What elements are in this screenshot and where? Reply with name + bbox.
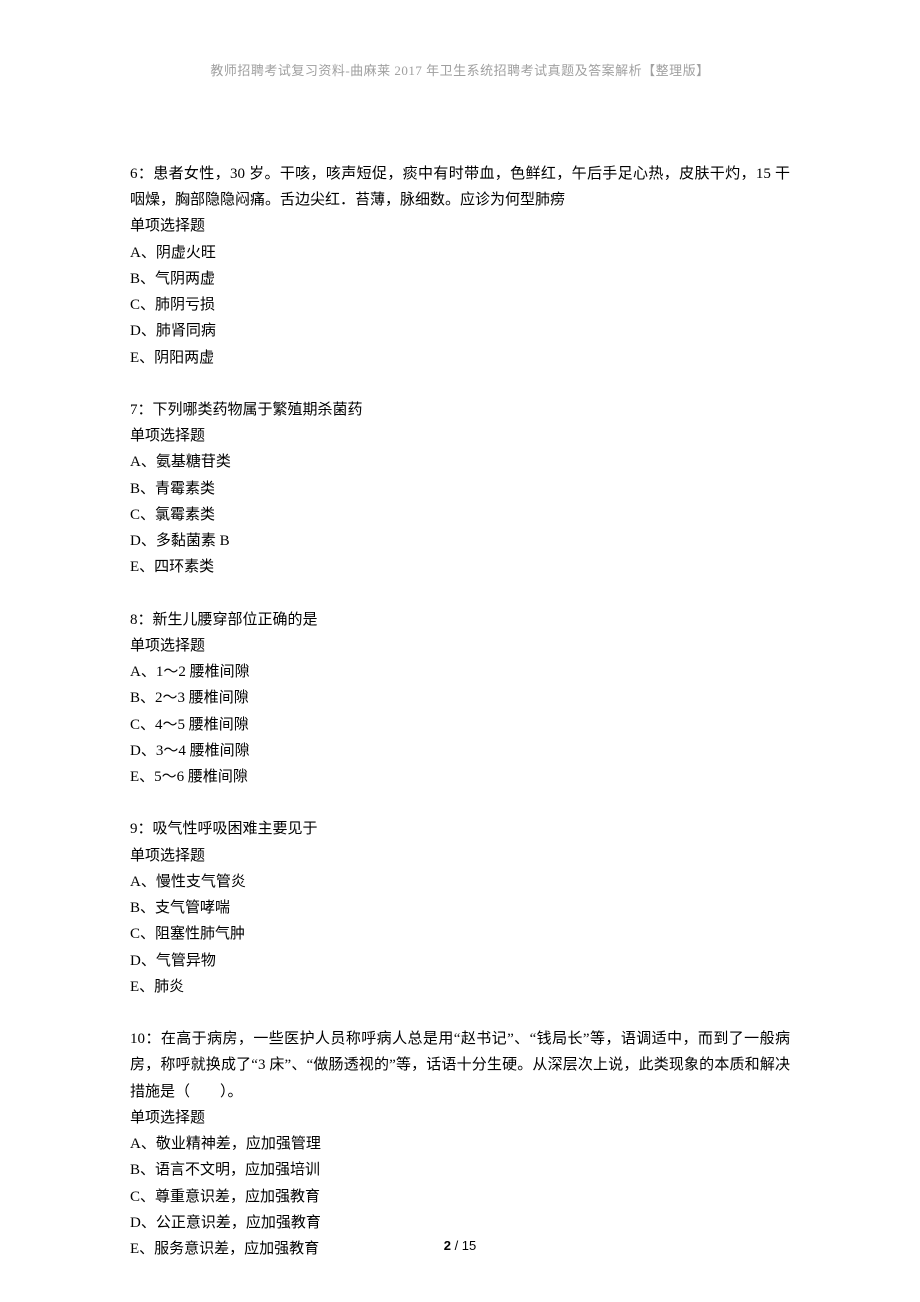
option-e: E、阴阳两虚 xyxy=(130,345,790,371)
question-block: 9：吸气性呼吸困难主要见于 单项选择题 A、慢性支气管炎 B、支气管哮喘 C、阻… xyxy=(130,816,790,1000)
question-type: 单项选择题 xyxy=(130,213,790,239)
option-d: D、肺肾同病 xyxy=(130,318,790,344)
question-stem: 6：患者女性，30 岁。干咳，咳声短促，痰中有时带血，色鲜红，午后手足心热，皮肤… xyxy=(130,161,790,214)
page-number-current: 2 xyxy=(444,1238,451,1253)
option-c: C、氯霉素类 xyxy=(130,502,790,528)
options-list: A、氨基糖苷类 B、青霉素类 C、氯霉素类 D、多黏菌素 B E、四环素类 xyxy=(130,449,790,580)
question-text: 患者女性，30 岁。干咳，咳声短促，痰中有时带血，色鲜红，午后手足心热，皮肤干灼… xyxy=(130,166,790,208)
option-a: A、慢性支气管炎 xyxy=(130,869,790,895)
question-stem: 10：在高于病房，一些医护人员称呼病人总是用“赵书记”、“钱局长”等，语调适中，… xyxy=(130,1026,790,1105)
options-list: A、阴虚火旺 B、气阴两虚 C、肺阴亏损 D、肺肾同病 E、阴阳两虚 xyxy=(130,240,790,371)
document-page: 教师招聘考试复习资料-曲麻莱 2017 年卫生系统招聘考试真题及答案解析【整理版… xyxy=(0,0,920,1302)
page-number-sep: / xyxy=(451,1238,462,1253)
question-text: 在高于病房，一些医护人员称呼病人总是用“赵书记”、“钱局长”等，语调适中，而到了… xyxy=(130,1031,790,1100)
question-number: 6： xyxy=(130,166,153,182)
option-d: D、多黏菌素 B xyxy=(130,528,790,554)
option-c: C、4～5 腰椎间隙 xyxy=(130,712,790,738)
option-b: B、语言不文明，应加强培训 xyxy=(130,1157,790,1183)
question-block: 10：在高于病房，一些医护人员称呼病人总是用“赵书记”、“钱局长”等，语调适中，… xyxy=(130,1026,790,1262)
question-type: 单项选择题 xyxy=(130,633,790,659)
option-d: D、公正意识差，应加强教育 xyxy=(130,1210,790,1236)
question-number: 10： xyxy=(130,1031,161,1047)
question-stem: 9：吸气性呼吸困难主要见于 xyxy=(130,816,790,842)
page-number-total: 15 xyxy=(462,1238,476,1253)
option-a: A、1～2 腰椎间隙 xyxy=(130,659,790,685)
question-text: 新生儿腰穿部位正确的是 xyxy=(153,612,318,628)
question-block: 8：新生儿腰穿部位正确的是 单项选择题 A、1～2 腰椎间隙 B、2～3 腰椎间… xyxy=(130,607,790,791)
option-b: B、2～3 腰椎间隙 xyxy=(130,685,790,711)
question-type: 单项选择题 xyxy=(130,1105,790,1131)
option-d: D、3～4 腰椎间隙 xyxy=(130,738,790,764)
option-b: B、支气管哮喘 xyxy=(130,895,790,921)
option-a: A、敬业精神差，应加强管理 xyxy=(130,1131,790,1157)
question-text: 吸气性呼吸困难主要见于 xyxy=(153,821,318,837)
question-type: 单项选择题 xyxy=(130,843,790,869)
question-type: 单项选择题 xyxy=(130,423,790,449)
options-list: A、1～2 腰椎间隙 B、2～3 腰椎间隙 C、4～5 腰椎间隙 D、3～4 腰… xyxy=(130,659,790,790)
option-c: C、尊重意识差，应加强教育 xyxy=(130,1184,790,1210)
option-e: E、5～6 腰椎间隙 xyxy=(130,764,790,790)
question-number: 8： xyxy=(130,612,153,628)
option-e: E、肺炎 xyxy=(130,974,790,1000)
question-number: 7： xyxy=(130,402,153,418)
option-c: C、阻塞性肺气肿 xyxy=(130,921,790,947)
question-block: 7：下列哪类药物属于繁殖期杀菌药 单项选择题 A、氨基糖苷类 B、青霉素类 C、… xyxy=(130,397,790,581)
option-b: B、气阴两虚 xyxy=(130,266,790,292)
option-c: C、肺阴亏损 xyxy=(130,292,790,318)
page-header: 教师招聘考试复习资料-曲麻莱 2017 年卫生系统招聘考试真题及答案解析【整理版… xyxy=(130,60,790,83)
question-stem: 7：下列哪类药物属于繁殖期杀菌药 xyxy=(130,397,790,423)
option-a: A、阴虚火旺 xyxy=(130,240,790,266)
options-list: A、慢性支气管炎 B、支气管哮喘 C、阻塞性肺气肿 D、气管异物 E、肺炎 xyxy=(130,869,790,1000)
option-d: D、气管异物 xyxy=(130,948,790,974)
question-stem: 8：新生儿腰穿部位正确的是 xyxy=(130,607,790,633)
question-text: 下列哪类药物属于繁殖期杀菌药 xyxy=(153,402,363,418)
option-e: E、四环素类 xyxy=(130,554,790,580)
question-block: 6：患者女性，30 岁。干咳，咳声短促，痰中有时带血，色鲜红，午后手足心热，皮肤… xyxy=(130,161,790,371)
option-a: A、氨基糖苷类 xyxy=(130,449,790,475)
question-number: 9： xyxy=(130,821,153,837)
option-b: B、青霉素类 xyxy=(130,476,790,502)
page-footer: 2 / 15 xyxy=(0,1235,920,1258)
